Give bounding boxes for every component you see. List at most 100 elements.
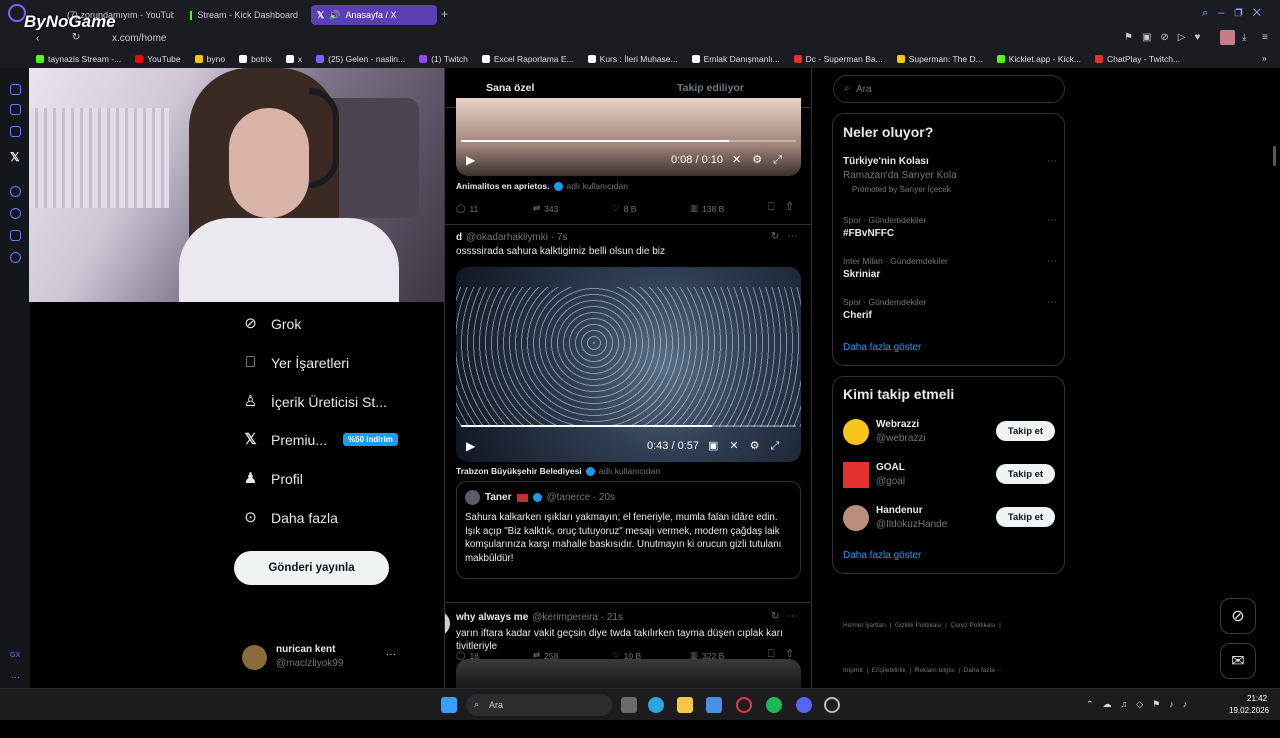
who-show-more[interactable]: Daha fazla göster (843, 550, 921, 561)
reload-icon[interactable]: ↻ (72, 32, 80, 43)
nav-premium[interactable]: 𝕏 Premiu... %50 indirim (242, 431, 398, 448)
nav-bookmarks[interactable]: ⎕ Yer İşaretleri (242, 354, 349, 371)
nav-profile[interactable]: ♟ Profil (242, 470, 303, 487)
bookmark-item[interactable]: Excel Raporlama E... (481, 54, 574, 64)
taskbar-search[interactable]: ⌕ Ara (466, 694, 612, 716)
repost-button-1[interactable]: ⇄ 343 (533, 203, 558, 214)
nav-grok[interactable]: ⊘ Grok (242, 315, 301, 332)
start-icon[interactable] (441, 697, 457, 713)
tweet3-media[interactable] (456, 659, 801, 688)
tab-kick[interactable]: Stream - Kick Dashboard (184, 5, 304, 25)
explorer-icon[interactable] (677, 697, 693, 713)
video2-progress-track[interactable] (461, 425, 796, 427)
trend-more-icon[interactable]: ⋯ (1047, 215, 1057, 226)
bookmark-item[interactable]: Dc - Superman Ba... (793, 54, 883, 64)
tweet-2[interactable]: d @okadarhakliymki · 7s ↻⋯ ossssirada sa… (445, 225, 811, 661)
discord-icon[interactable] (796, 697, 812, 713)
more-bookmarks-icon[interactable]: » (1262, 53, 1267, 63)
sidebar-icon-4[interactable] (10, 186, 21, 197)
trend-more-icon[interactable]: ⋯ (1047, 297, 1057, 308)
back-icon[interactable]: ‹ (36, 33, 39, 44)
follow-suggestion[interactable]: Handenur @IldokuzHande Takip et (843, 503, 1057, 533)
bookmark-item[interactable]: (1) Twitch (419, 54, 468, 64)
edge-icon[interactable] (648, 697, 664, 713)
tab-x[interactable]: 𝕏 🔊 Anasayfa / X (311, 5, 437, 25)
nav-more[interactable]: ⊙ Daha fazla (242, 509, 338, 526)
follow-button[interactable]: Takip et (996, 507, 1055, 527)
sidebar-icon-5[interactable] (10, 208, 21, 219)
sidebar-icon-6[interactable] (10, 230, 21, 241)
like-button-1[interactable]: ♡ 8 B (612, 203, 636, 214)
video1-progress-track[interactable] (461, 140, 796, 142)
reply-button-1[interactable]: ◯ 11 (456, 203, 478, 214)
video1-controls[interactable]: ✕⚙⤢ (732, 153, 793, 167)
url-field[interactable]: x.com/home (112, 33, 166, 44)
bookmark-item[interactable]: taynazis Stream -... (36, 54, 121, 64)
follow-suggestion[interactable]: Webrazzi @webrazzi Takip et (843, 417, 1057, 447)
bookmark-share-1[interactable]: ⎕⇧ (768, 201, 805, 214)
trend-item[interactable]: Spor · Gündemdekiler #FBvNFFC ⋯ (843, 215, 1057, 239)
quoted-tweet[interactable]: Taner @tanerce · 20s Sahura kalkarken ış… (456, 481, 801, 579)
video2-controls[interactable]: ▣✕⚙⤢ (708, 439, 790, 453)
account-switcher[interactable]: nurican kent @maclzliyok99 ··· (242, 644, 402, 674)
bookmark-item[interactable]: Superman: The D... (896, 54, 983, 64)
tweet-3[interactable]: why always me @kerimpereira · 21s ↻⋯ yar… (445, 603, 811, 688)
app-icon[interactable] (824, 697, 840, 713)
sidebar-more-icon[interactable]: ··· (11, 672, 20, 682)
new-tab-button[interactable]: + (441, 7, 448, 21)
profile-avatar[interactable] (1220, 30, 1235, 45)
clock-date[interactable]: 19.02.2026 (1229, 706, 1269, 715)
play-icon[interactable]: ▶ (466, 153, 475, 167)
follow-suggestion[interactable]: GOAL @goal Takip et (843, 460, 1057, 490)
menu-icon[interactable]: ≡ (1262, 32, 1268, 43)
who-to-follow-card: Kimi takip etmeli Webrazzi @webrazzi Tak… (832, 376, 1065, 574)
follow-button[interactable]: Takip et (996, 421, 1055, 441)
trend-item[interactable]: Türkiye'nin Kolası Ramazan'da Sarıyer Ko… (843, 156, 1057, 200)
trend-item[interactable]: Spor · Gündemdekiler Cherif ⋯ (843, 297, 1057, 321)
nav-creator-studio[interactable]: ♙ İçerik Üreticisi St... (242, 393, 387, 410)
tweet2-menu-icons[interactable]: ↻⋯ (771, 231, 805, 242)
opera-gx-icon[interactable] (736, 697, 752, 713)
task-view-icon[interactable] (621, 697, 637, 713)
sidebar-icon-3[interactable] (10, 126, 21, 137)
tab-following[interactable]: Takip ediliyor (677, 82, 744, 94)
clock-time[interactable]: 21:42 (1247, 694, 1267, 703)
window-controls[interactable]: ⌕–❐✕ (1202, 7, 1271, 20)
sidebar-icon-1[interactable] (10, 84, 21, 95)
spotify-icon[interactable] (766, 697, 782, 713)
sidebar-icon-2[interactable] (10, 104, 21, 115)
video-player-1[interactable]: ▶ 0:08 / 0:10 ✕⚙⤢ (456, 98, 801, 176)
play-icon-2[interactable]: ▶ (466, 439, 475, 453)
tab-for-you[interactable]: Sana özel (486, 82, 534, 94)
trends-show-more[interactable]: Daha fazla göster (843, 342, 921, 353)
trend-more-icon[interactable]: ⋯ (1047, 156, 1057, 167)
bookmark-item[interactable]: Emlak Danışmanlı... (691, 54, 780, 64)
bookmark-item[interactable]: ChatPlay - Twitch... (1095, 54, 1180, 64)
video-player-2[interactable]: ▶ 0:43 / 0:57 ▣✕⚙⤢ (456, 267, 801, 462)
download-icon[interactable]: ⤓ (1242, 32, 1246, 43)
account-more-icon[interactable]: ··· (386, 649, 396, 660)
bookmark-item[interactable]: (25) Gelen - naslin... (316, 54, 405, 64)
store-icon[interactable] (706, 697, 722, 713)
sidebar-x-icon[interactable]: 𝕏 (10, 150, 20, 164)
trend-item[interactable]: Inter Milan · Gündemdekiler Skriniar ⋯ (843, 256, 1057, 280)
messages-float-button[interactable]: ✉ (1220, 643, 1256, 679)
tab-youtube[interactable]: (7) zorundamıyım - YouTub (56, 5, 174, 25)
search-input[interactable]: ⌕ Ara (833, 75, 1065, 103)
bookmark-item[interactable]: x (285, 54, 302, 64)
bookmark-item[interactable]: Kurs : İleri Muhase... (587, 54, 678, 64)
bookmark-item[interactable]: Kicklet.app - Kick... (996, 54, 1081, 64)
system-tray-icons[interactable]: ⌃☁♫◇⚑♪♪ (1086, 699, 1196, 710)
page-scrollbar[interactable] (1273, 146, 1276, 166)
toolbar-icons[interactable]: ⚑▣⊘▷♥ (1124, 32, 1209, 43)
settings-icon[interactable] (10, 252, 21, 263)
tweet3-menu-icons[interactable]: ↻⋯ (771, 611, 805, 622)
post-button[interactable]: Gönderi yayınla (234, 551, 389, 585)
trend-more-icon[interactable]: ⋯ (1047, 256, 1057, 267)
bookmark-item[interactable]: YouTube (135, 54, 181, 64)
views-button-1[interactable]: ▥ 138 B (690, 203, 724, 214)
grok-float-button[interactable]: ⊘ (1220, 598, 1256, 634)
bookmark-item[interactable]: byno (194, 54, 225, 64)
bookmark-item[interactable]: botrix (239, 54, 272, 64)
follow-button[interactable]: Takip et (996, 464, 1055, 484)
